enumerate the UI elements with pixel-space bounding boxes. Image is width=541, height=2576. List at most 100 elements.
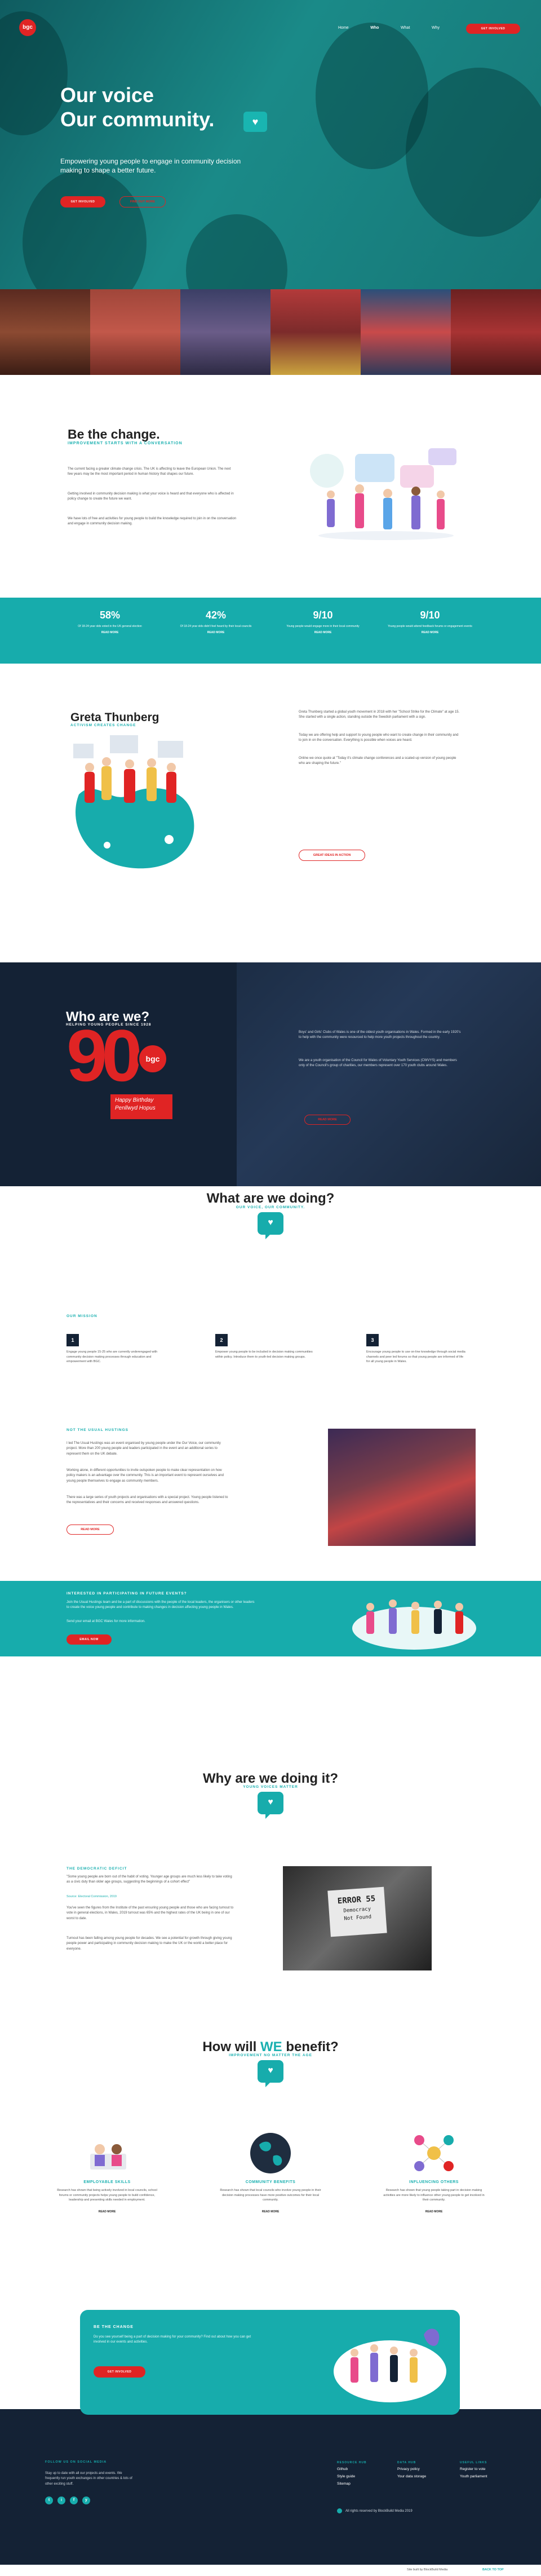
stat-3-value: 9/10 [313, 609, 333, 621]
background-photo [237, 962, 541, 1186]
cta-get-involved-button[interactable]: GET INVOLVED [94, 2366, 145, 2378]
interest-paragraph-2: Send your email at BGC Wales for more in… [66, 1620, 145, 1623]
step-1-text: Engage young people 15-25 who are curren… [66, 1350, 158, 1364]
hustings-read-more-button[interactable]: READ MORE [66, 1525, 114, 1535]
protest-illustration [73, 735, 194, 869]
stat-3-link[interactable]: READ MORE [314, 631, 332, 635]
footer-col-1-label: RESOURCE HUB [337, 2461, 367, 2464]
logo[interactable]: bgc [19, 19, 36, 36]
hero-title: Our voice Our community. [60, 83, 214, 131]
twitter-icon[interactable]: t [45, 2497, 53, 2504]
change-subtitle: IMPROVEMENT STARTS WITH A CONVERSATION [68, 441, 183, 445]
benefit-1-link[interactable]: READ MORE [56, 2210, 158, 2215]
nav-why[interactable]: Why [432, 25, 440, 32]
who-paragraph-1: Boys' and Girls' Clubs of Wales is one o… [299, 1031, 461, 1040]
deficit-paragraph-3: Turnout has been falling among young peo… [66, 1937, 232, 1951]
footer-follow-text: Stay up to date with all our projects an… [45, 2472, 132, 2486]
photo-banner [361, 289, 451, 375]
footer-col-2: DATA HUB Privacy policy Your data storag… [397, 2460, 426, 2480]
greta-paragraph-3: Online we once quote at "Today it's clim… [299, 757, 456, 766]
interest-band: INTERESTED IN PARTICIPATING IN FUTURE EV… [0, 1581, 541, 1656]
stat-2: 42% Of 18-24 year olds didn't feel heard… [165, 608, 267, 636]
deficit-label: THE DEMOCRATIC DEFICIT [66, 1867, 127, 1871]
copyright: All rights reserved by BlockBuild Media … [337, 2508, 413, 2514]
stat-3-text: Young people would engage more in their … [286, 624, 360, 628]
step-3-number: 3 [366, 1334, 379, 1346]
greta-paragraph-2: Today we are offering help and support t… [299, 734, 459, 743]
greta-section: Greta Thunberg ACTIVISM CREATES CHANGE G… [0, 664, 541, 962]
change-paragraph-2: Getting involved in community decision m… [68, 492, 234, 501]
stat-2-link[interactable]: READ MORE [207, 631, 225, 635]
hustings-paragraph-1: I led The Usual Hustings was an event or… [66, 1442, 221, 1456]
step-1-number: 1 [66, 1334, 79, 1346]
what-subtitle: OUR VOICE, OUR COMMUNITY. [236, 1205, 305, 1209]
who-paragraph-2: We are a youth organisation of the Counc… [299, 1059, 457, 1068]
anniversary-line-2: Penllwyd Hopus [115, 1105, 156, 1111]
footer-bottom-bar: Site built by BlockBuild Media BACK TO T… [0, 2565, 541, 2576]
heart-bubble-icon: ♥ [258, 1212, 283, 1239]
footer-link-data-storage[interactable]: Your data storage [397, 2473, 426, 2480]
hero-get-involved-button[interactable]: GET INVOLVED [60, 196, 105, 207]
nav-get-involved-button[interactable]: GET INVOLVED [466, 24, 520, 34]
who-section: Who are we? HELPING YOUNG PEOPLE SINCE 1… [0, 962, 541, 1186]
nav-what[interactable]: What [401, 25, 410, 32]
who-read-more-button[interactable]: READ MORE [304, 1115, 351, 1125]
deficit-quote: "Some young people are born out of the h… [66, 1875, 232, 1884]
youtube-icon[interactable]: y [82, 2497, 90, 2504]
change-paragraph-1: The current facing a greater climate cha… [68, 467, 231, 476]
footer-col-3-label: USEFUL LINKS [460, 2461, 487, 2464]
cta-title: BE THE CHANGE [94, 2325, 134, 2329]
hustings-photo [328, 1429, 476, 1546]
greta-paragraph-1: Greta Thunberg started a global youth mo… [299, 710, 460, 719]
footer-link-sitemap[interactable]: Sitemap [337, 2480, 367, 2487]
stat-4: 9/10 Young people would attend feedback … [379, 608, 481, 636]
photo-crowd-3 [451, 289, 541, 375]
hero-title-line1: Our voice [60, 83, 154, 107]
footer-link-style-guide[interactable]: Style guide [337, 2473, 367, 2480]
hero-title-line2: Our community. [60, 108, 215, 131]
stat-1-link[interactable]: READ MORE [101, 631, 119, 635]
footer-link-privacy[interactable]: Privacy policy [397, 2465, 426, 2473]
interest-email-button[interactable]: EMAIL NOW [66, 1634, 112, 1645]
stat-4-value: 9/10 [420, 609, 440, 621]
stat-4-text: Young people would attend feedback forum… [388, 624, 472, 628]
nav-who[interactable]: Who [370, 25, 379, 32]
hero-find-out-more-button[interactable]: FIND OUT MORE [119, 196, 166, 207]
anniversary-banner: Happy Birthday Penllwyd Hopus [110, 1094, 172, 1119]
benefit-3-text: Research has shown that young people tak… [383, 2189, 485, 2202]
benefit-3-title: INFLUENCING OTHERS [409, 2180, 459, 2184]
stat-4-link[interactable]: READ MORE [422, 631, 439, 635]
footer-link-youth-parliament[interactable]: Youth parliament [460, 2473, 487, 2480]
change-paragraph-3: We have lots of free and activities for … [68, 517, 237, 526]
change-section: Be the change. IMPROVEMENT STARTS WITH A… [0, 375, 541, 598]
greta-ideas-button[interactable]: GREAT IDEAS IN ACTION [299, 850, 365, 861]
copyright-icon [337, 2508, 342, 2513]
facebook-icon[interactable]: f [70, 2497, 78, 2504]
photo-group [270, 289, 361, 375]
heart-bubble-icon: ♥ [258, 2060, 283, 2087]
back-to-top-link[interactable]: BACK TO TOP [482, 2568, 504, 2573]
deficit-source[interactable]: Source: Electoral Commission, 2019 [66, 1894, 117, 1899]
stat-1-value: 58% [99, 609, 121, 621]
cta-box: BE THE CHANGE Do you see yourself being … [80, 2310, 460, 2415]
photo-hall [180, 289, 270, 375]
benefit-2-link[interactable]: READ MORE [220, 2210, 321, 2215]
instagram-icon[interactable]: i [57, 2497, 65, 2504]
photo-crowd-2 [90, 289, 180, 375]
stat-1-text: Of 18-24 year olds voted in the UK gener… [78, 624, 142, 628]
benefit-subtitle: IMPROVEMENT NO MATTER THE AGE [229, 2053, 312, 2057]
footer-follow-label: FOLLOW US ON SOCIAL MEDIA [45, 2460, 107, 2464]
benefit-3-link[interactable]: READ MORE [383, 2210, 485, 2215]
hustings-label: NOT THE USUAL HUSTINGS [66, 1428, 128, 1432]
nav-home[interactable]: Home [338, 25, 349, 32]
why-section: Why are we doing it? YOUNG VOICES MATTER… [0, 1756, 541, 2026]
benefit-2-text: Research has shown that local councils w… [220, 2189, 321, 2202]
footer-link-register[interactable]: Register to vote [460, 2465, 487, 2473]
hustings-paragraph-3: There was a large series of youth projec… [66, 1496, 228, 1505]
stat-3: 9/10 Young people would engage more in t… [272, 608, 374, 636]
benefit-title-we: WE [260, 2039, 282, 2054]
benefit-2-title: COMMUNITY BENEFITS [245, 2180, 296, 2184]
footer-link-github[interactable]: Github [337, 2465, 367, 2473]
benefit-section: How will WE benefit? IMPROVEMENT NO MATT… [0, 2026, 541, 2263]
people-illustration [310, 448, 456, 540]
